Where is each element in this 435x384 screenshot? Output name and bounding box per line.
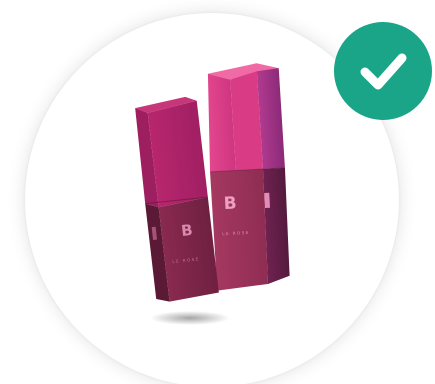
brand-logo-right-side [264, 192, 271, 209]
selected-check-badge[interactable] [334, 22, 432, 120]
checkmark-icon [360, 53, 407, 90]
bottle-left: B LE ROSE [135, 96, 219, 302]
product-tile[interactable]: B LE ROSE B LE ROSE [0, 0, 435, 384]
product-shadow [150, 311, 230, 325]
brand-logo-right: B [223, 193, 237, 214]
brand-logo-left: B [180, 221, 193, 240]
bottle-right: B LE ROSE [207, 63, 290, 291]
